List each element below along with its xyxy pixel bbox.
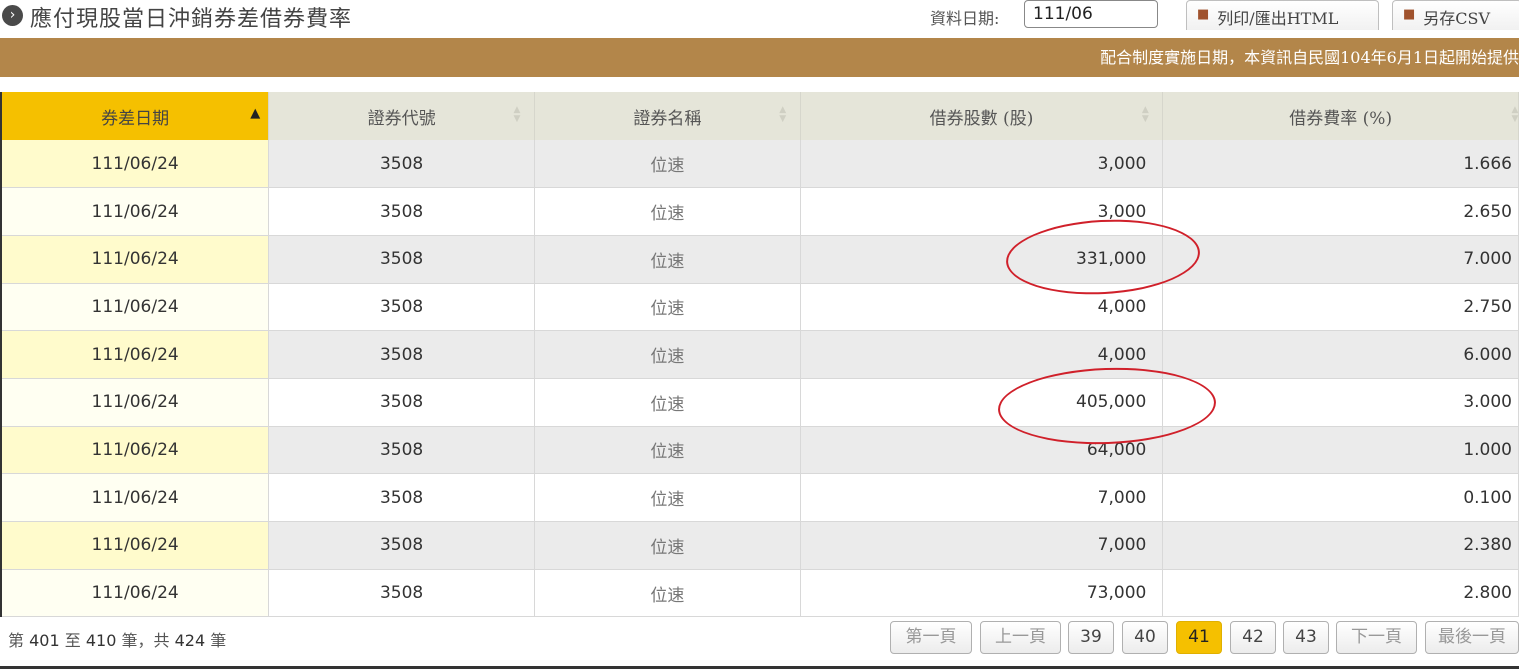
cell-name: 位速 <box>534 140 801 189</box>
cell-name: 位速 <box>534 521 801 570</box>
cell-rate: 7.000 <box>1162 235 1519 284</box>
cell-code: 3508 <box>268 235 535 284</box>
cell-code: 3508 <box>268 521 535 570</box>
table-row: 111/06/24 3508 位速 64,000 1.000 <box>0 426 1519 475</box>
cell-date: 111/06/24 <box>0 473 270 522</box>
page-title: 應付現股當日沖銷券差借券費率 <box>30 7 353 32</box>
cell-date: 111/06/24 <box>0 330 270 379</box>
cell-date: 111/06/24 <box>0 569 270 618</box>
page-button-42[interactable]: 42 <box>1230 621 1276 654</box>
sort-icon: ▲ ▼ <box>1511 105 1519 124</box>
cell-quantity: 331,000 <box>800 235 1164 284</box>
cell-name: 位速 <box>534 235 801 284</box>
column-header-label: 借券費率 (%) <box>1289 108 1393 129</box>
cell-rate: 2.650 <box>1162 187 1519 236</box>
cell-code: 3508 <box>268 330 535 379</box>
page-button-43[interactable]: 43 <box>1283 621 1329 654</box>
table-row: 111/06/24 3508 位速 4,000 2.750 <box>0 283 1519 332</box>
cell-code: 3508 <box>268 187 535 236</box>
cell-code: 3508 <box>268 473 535 522</box>
cell-code: 3508 <box>268 569 535 618</box>
cell-quantity: 3,000 <box>800 187 1164 236</box>
page-header: › 應付現股當日沖銷券差借券費率 資料日期: 111/06 ■ 列印/匯出HTM… <box>0 0 1519 38</box>
notice-bar: 配合制度實施日期，本資訊自民國104年6月1日起開始提供 <box>0 38 1519 77</box>
sort-icon: ▲ ▼ <box>513 105 521 124</box>
cell-name: 位速 <box>534 330 801 379</box>
cell-rate: 0.100 <box>1162 473 1519 522</box>
print-export-html-button[interactable]: ■ 列印/匯出HTML <box>1186 0 1379 30</box>
save-csv-button[interactable]: ■ 另存CSV <box>1392 0 1519 30</box>
cell-rate: 2.380 <box>1162 521 1519 570</box>
cell-code: 3508 <box>268 378 535 427</box>
cell-rate: 3.000 <box>1162 378 1519 427</box>
cell-quantity: 64,000 <box>800 426 1164 475</box>
print-button-label: 列印/匯出HTML <box>1217 9 1339 28</box>
column-header-label: 證券名稱 <box>633 108 702 129</box>
next-page-button[interactable]: 下一頁 <box>1336 621 1417 654</box>
column-header-rate[interactable]: 借券費率 (%) ▲ ▼ <box>1162 92 1519 140</box>
column-header-label: 券差日期 <box>101 108 170 129</box>
pagination: 第一頁 上一頁 39 40 41 42 43 下一頁 最後一頁 <box>0 621 1519 655</box>
cell-quantity: 7,000 <box>800 521 1164 570</box>
column-header-label: 證券代號 <box>367 108 436 129</box>
cell-code: 3508 <box>268 140 535 189</box>
csv-button-label: 另存CSV <box>1423 9 1491 28</box>
page-button-39[interactable]: 39 <box>1068 621 1114 654</box>
table-row: 111/06/24 3508 位速 73,000 2.800 <box>0 569 1519 618</box>
cell-quantity: 4,000 <box>800 283 1164 332</box>
cell-quantity: 73,000 <box>800 569 1164 618</box>
cell-name: 位速 <box>534 283 801 332</box>
cell-rate: 2.800 <box>1162 569 1519 618</box>
date-select[interactable]: 111/06 <box>1024 0 1158 28</box>
cell-name: 位速 <box>534 187 801 236</box>
table-row: 111/06/24 3508 位速 7,000 0.100 <box>0 473 1519 522</box>
printer-icon: ■ <box>1197 7 1210 22</box>
cell-date: 111/06/24 <box>0 187 270 236</box>
cell-date: 111/06/24 <box>0 426 270 475</box>
column-header-code[interactable]: 證券代號 ▲ ▼ <box>268 92 535 140</box>
sort-icon: ▲ ▼ <box>779 105 787 124</box>
table-row: 111/06/24 3508 位速 7,000 2.380 <box>0 521 1519 570</box>
cell-quantity: 405,000 <box>800 378 1164 427</box>
page-button-41-current[interactable]: 41 <box>1176 621 1222 654</box>
cell-date: 111/06/24 <box>0 521 270 570</box>
cell-quantity: 4,000 <box>800 330 1164 379</box>
sort-icon: ▲ ▼ <box>1141 105 1149 124</box>
cell-quantity: 7,000 <box>800 473 1164 522</box>
table-row: 111/06/24 3508 位速 331,000 7.000 <box>0 235 1519 284</box>
cell-rate: 1.000 <box>1162 426 1519 475</box>
cell-date: 111/06/24 <box>0 283 270 332</box>
page-button-40[interactable]: 40 <box>1122 621 1168 654</box>
table-header-row: 券差日期 ▲ 證券代號 ▲ ▼ 證券名稱 ▲ ▼ 借券股數 (股) ▲ ▼ 借券費率 … <box>0 92 1519 140</box>
sort-ascending-icon: ▲ <box>250 106 261 121</box>
column-header-name[interactable]: 證券名稱 ▲ ▼ <box>534 92 801 140</box>
cell-name: 位速 <box>534 426 801 475</box>
circle-arrow-right-icon: › <box>2 5 23 26</box>
cell-date: 111/06/24 <box>0 378 270 427</box>
cell-name: 位速 <box>534 473 801 522</box>
cell-name: 位速 <box>534 569 801 618</box>
cell-quantity: 3,000 <box>800 140 1164 189</box>
table-row: 111/06/24 3508 位速 4,000 6.000 <box>0 330 1519 379</box>
table-row: 111/06/24 3508 位速 3,000 1.666 <box>0 140 1519 189</box>
data-table: 券差日期 ▲ 證券代號 ▲ ▼ 證券名稱 ▲ ▼ 借券股數 (股) ▲ ▼ 借券費率 … <box>0 92 1519 618</box>
table-row: 111/06/24 3508 位速 3,000 2.650 <box>0 187 1519 236</box>
table-row: 111/06/24 3508 位速 405,000 3.000 <box>0 378 1519 427</box>
prev-page-button[interactable]: 上一頁 <box>980 621 1061 654</box>
column-header-quantity[interactable]: 借券股數 (股) ▲ ▼ <box>800 92 1164 140</box>
floppy-disk-icon: ■ <box>1403 7 1416 22</box>
cell-rate: 1.666 <box>1162 140 1519 189</box>
column-header-date[interactable]: 券差日期 ▲ <box>0 92 270 140</box>
cell-date: 111/06/24 <box>0 235 270 284</box>
cell-code: 3508 <box>268 426 535 475</box>
cell-name: 位速 <box>534 378 801 427</box>
cell-code: 3508 <box>268 283 535 332</box>
date-label: 資料日期: <box>930 9 1000 28</box>
cell-rate: 2.750 <box>1162 283 1519 332</box>
column-header-label: 借券股數 (股) <box>929 108 1034 129</box>
cell-date: 111/06/24 <box>0 140 270 189</box>
first-page-button[interactable]: 第一頁 <box>890 621 972 654</box>
cell-rate: 6.000 <box>1162 330 1519 379</box>
last-page-button[interactable]: 最後一頁 <box>1425 621 1519 654</box>
